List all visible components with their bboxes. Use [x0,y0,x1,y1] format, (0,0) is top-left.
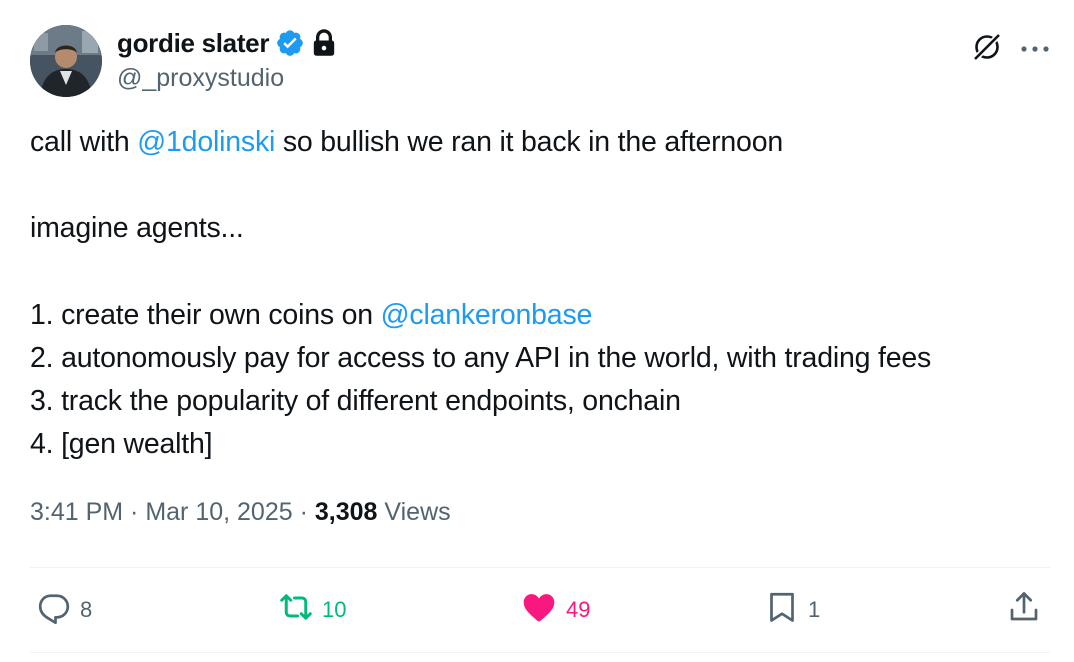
views-count: 3,308 [314,498,378,526]
tweet-text-segment: 2. autonomously pay for access to any AP… [30,341,932,374]
tweet-text-segment: 3. track the popularity of different end… [30,385,681,418]
avatar[interactable] [30,25,102,97]
tweet-meta: 3:41 PM · Mar 10, 2025 · 3,308 Views [30,498,451,527]
reply-count: 8 [80,597,93,622]
author-handle[interactable]: @_proxystudio [117,64,284,93]
like-count: 49 [566,597,591,622]
tweet-line: 1. create their own coins on @clankeronb… [30,294,1060,337]
bookmark-button[interactable]: 1 [764,585,820,635]
author-name-row: gordie slater [117,25,337,61]
mention-link[interactable]: @clankeronbase [381,299,593,331]
tweet-text: call with @1dolinski so bullish we ran i… [30,121,1060,467]
author-display-name[interactable]: gordie slater [117,28,269,59]
tweet-line: 3. track the popularity of different end… [30,380,1060,423]
avatar-image [30,25,102,97]
tweet-line: 4. [gen wealth] [30,423,1060,466]
divider [30,652,1050,653]
protected-lock-icon [311,29,337,57]
tweet-top-actions [970,30,1050,69]
reply-button[interactable]: 8 [36,585,92,635]
share-button[interactable] [1006,585,1042,635]
tweet-text-segment: so bullish we ran it back in the afterno… [275,126,784,158]
bookmark-icon [764,589,800,631]
like-button[interactable]: 49 [520,585,590,635]
tweet-time[interactable]: 3:41 PM [30,498,123,526]
tweet-line: call with @1dolinski so bullish we ran i… [30,121,1060,164]
heart-icon [520,589,558,631]
retweet-icon [278,589,314,631]
retweet-button[interactable]: 10 [278,585,346,635]
reply-icon [36,589,72,631]
tweet-line: imagine agents... [30,207,1060,250]
share-icon [1006,589,1042,631]
grok-icon[interactable] [970,30,1004,69]
meta-separator: · [123,498,146,526]
divider [30,567,1050,568]
views-label: Views [384,498,451,526]
tweet-text-segment: 4. [gen wealth] [30,428,213,461]
bookmark-count: 1 [808,597,821,622]
more-options-icon[interactable] [1020,41,1050,59]
tweet-date[interactable]: Mar 10, 2025 [145,498,292,526]
retweet-count: 10 [322,597,347,622]
meta-separator: · [292,498,315,526]
mention-link[interactable]: @1dolinski [137,126,275,158]
tweet-text-segment: call with [30,126,138,158]
tweet-text-segment: imagine agents... [30,212,244,245]
tweet-text-segment: 1. create their own coins on [30,298,381,331]
tweet-line: 2. autonomously pay for access to any AP… [30,337,1060,380]
tweet-actions-bar: 8 10 49 1 [30,585,1050,635]
verified-badge-icon [275,28,305,58]
